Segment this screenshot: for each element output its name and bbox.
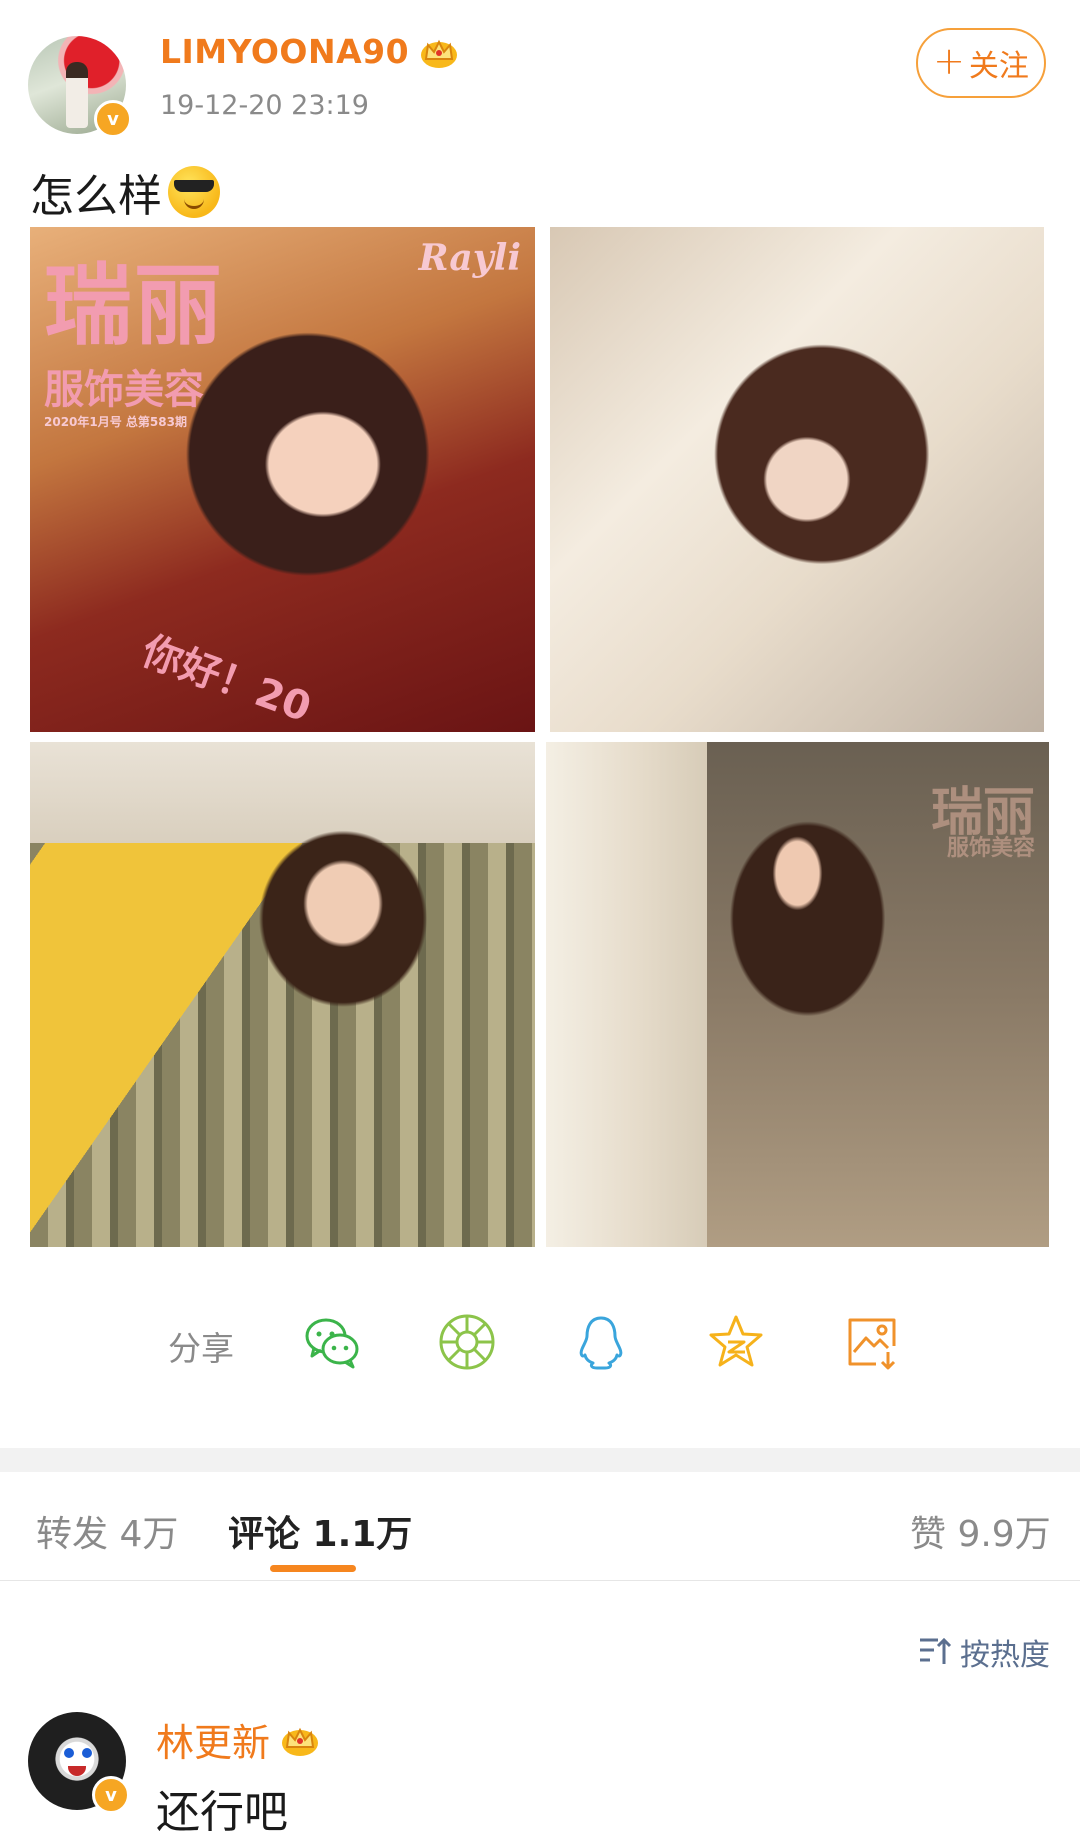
sort-label: 按热度 — [960, 1638, 1050, 1673]
magazine-title: 瑞丽 — [44, 253, 225, 357]
comment-author[interactable]: 林更新 — [156, 1712, 270, 1767]
section-divider — [0, 1448, 1080, 1472]
follow-label: 关注 — [968, 49, 1029, 84]
wechat-icon[interactable] — [302, 1312, 362, 1372]
post-photo-4[interactable]: 瑞丽 服饰美容 — [546, 742, 1049, 1247]
post-timestamp: 19-12-20 23:19 — [160, 90, 369, 121]
avatar-photo — [66, 62, 88, 128]
sunglasses-emoji-icon — [168, 166, 220, 218]
tabs-divider — [0, 1580, 1080, 1581]
qzone-icon[interactable] — [706, 1312, 766, 1372]
username[interactable]: LIMYOONA90 — [160, 32, 409, 71]
magazine-subtitle: 服饰美容 — [44, 367, 204, 413]
tab-likes[interactable]: 赞 9.9万 — [910, 1505, 1051, 1557]
tab-comments[interactable]: 评论 1.1万 — [228, 1505, 412, 1557]
magazine-logo: Rayli — [418, 237, 521, 279]
sort-button[interactable]: 按热度 — [918, 1630, 1050, 1674]
share-label: 分享 — [168, 1329, 234, 1368]
qq-icon[interactable] — [571, 1312, 631, 1372]
post-text: 怎么样 — [30, 171, 162, 222]
crown-icon — [421, 39, 458, 68]
comment-text: 还行吧 — [156, 1787, 288, 1838]
active-tab-indicator — [270, 1565, 356, 1572]
sort-icon — [920, 1637, 952, 1664]
post-photo-3[interactable] — [30, 742, 535, 1247]
comment-author-row[interactable]: 林更新 — [156, 1712, 320, 1767]
post-photo-1[interactable]: 瑞丽 服饰美容 2020年1月号 总第583期 Rayli 你好！20 — [30, 227, 535, 732]
verified-badge-icon: v — [92, 1776, 130, 1814]
tab-repost[interactable]: 转发 4万 — [36, 1505, 178, 1557]
crown-icon — [282, 1727, 319, 1756]
plus-icon: + — [933, 39, 965, 83]
username-row[interactable]: LIMYOONA90 — [160, 32, 459, 71]
post-text-row: 怎么样 — [30, 160, 220, 224]
moments-icon[interactable] — [437, 1312, 497, 1372]
magazine-subtitle: 服饰美容 — [946, 836, 1035, 861]
magazine-issue: 2020年1月号 总第583期 — [44, 415, 187, 429]
magazine-greeting: 你好！20 — [136, 628, 317, 732]
verified-badge-icon: v — [94, 100, 132, 138]
save-image-icon[interactable] — [842, 1312, 902, 1372]
post-photo-2[interactable] — [550, 227, 1044, 732]
follow-button[interactable]: + 关注 — [916, 28, 1046, 98]
